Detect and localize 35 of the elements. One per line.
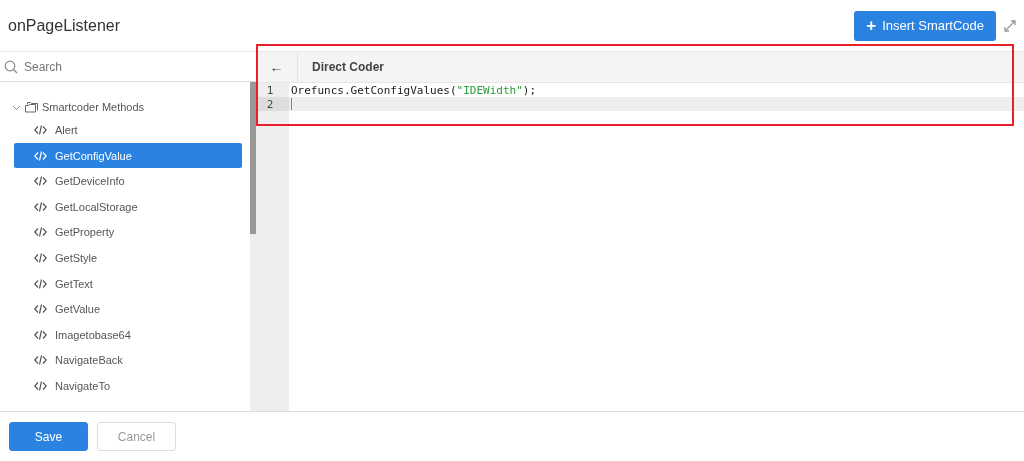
save-button[interactable]: Save <box>9 422 88 451</box>
method-item[interactable]: Imagetobase64 <box>14 322 242 348</box>
method-item[interactable]: NavigateBack <box>14 347 242 373</box>
method-item[interactable]: NavigateTo <box>14 373 242 399</box>
text-cursor <box>291 98 292 110</box>
method-item[interactable]: GetValue <box>14 296 242 322</box>
method-item[interactable]: GetProperty <box>14 219 242 245</box>
back-button[interactable]: ← <box>256 52 298 82</box>
code-icon <box>34 150 47 161</box>
code-icon <box>34 125 47 136</box>
code-icon <box>34 227 47 238</box>
tree-folder[interactable]: Smartcoder Methods <box>12 97 250 117</box>
method-item[interactable]: GetLocalStorage <box>14 194 242 220</box>
code-icon <box>34 278 47 289</box>
code-icon <box>34 329 47 340</box>
code-icon <box>34 304 47 315</box>
dialog-title: onPageListener <box>8 16 121 35</box>
code-icon <box>34 355 47 366</box>
method-item[interactable]: GetStyle <box>14 245 242 271</box>
editor-title: Direct Coder <box>312 60 385 74</box>
method-item[interactable]: GetDeviceInfo <box>14 168 242 194</box>
code-icon <box>34 201 47 212</box>
line-number: 2 <box>256 97 289 111</box>
insert-smartcode-button[interactable]: + Insert SmartCode <box>854 10 996 41</box>
code-icon <box>34 176 47 187</box>
expand-icon[interactable] <box>1004 19 1016 32</box>
method-item[interactable]: Alert <box>14 117 242 143</box>
line-number: 1 <box>256 83 289 97</box>
method-item[interactable]: GetConfigValue <box>14 143 242 169</box>
folder-icon <box>25 101 38 113</box>
code-line: Orefuncs.GetConfigValues("IDEWidth"); <box>290 83 537 97</box>
search-icon <box>4 59 18 74</box>
code-icon <box>34 253 47 264</box>
method-item[interactable]: GetText <box>14 271 242 297</box>
code-icon <box>34 381 47 392</box>
